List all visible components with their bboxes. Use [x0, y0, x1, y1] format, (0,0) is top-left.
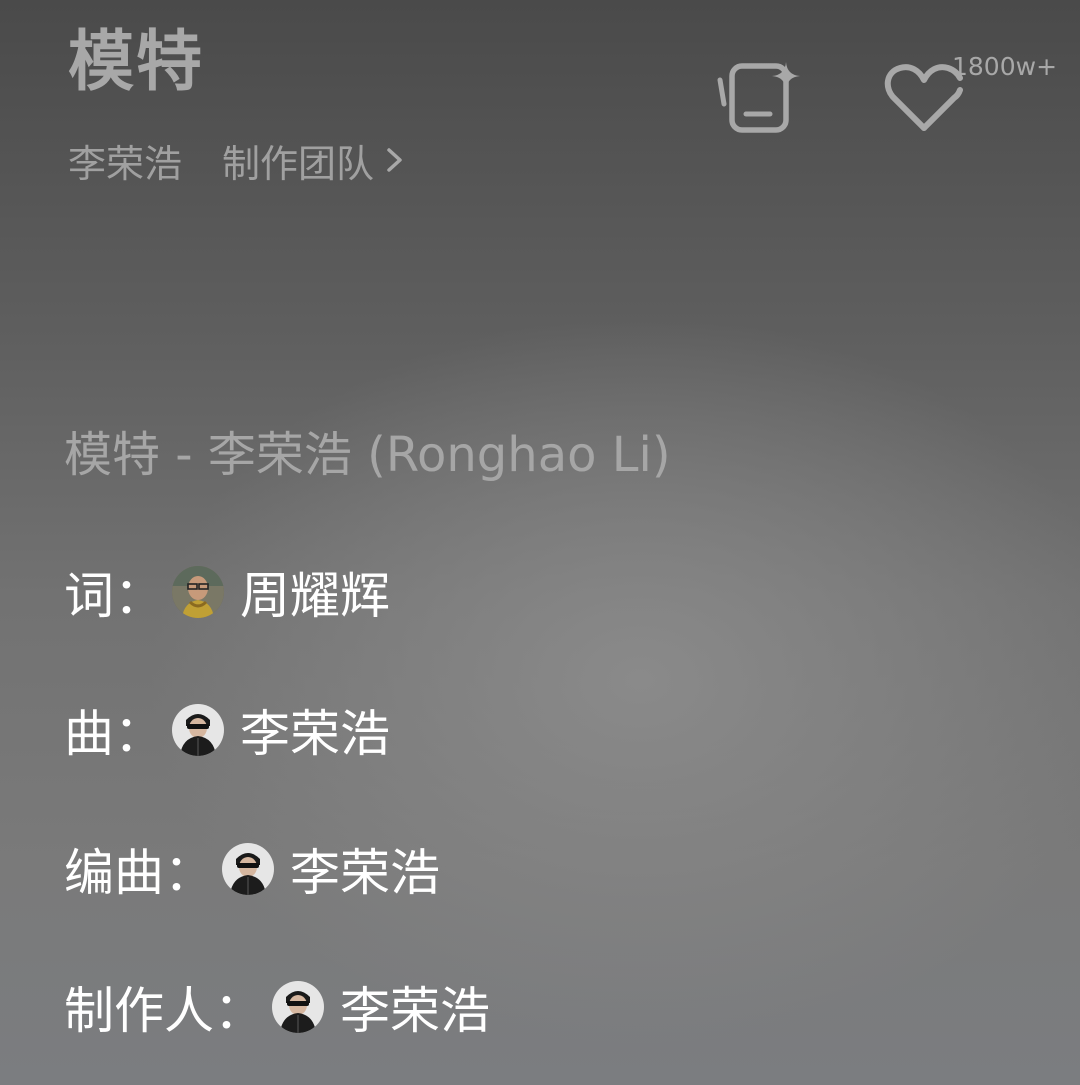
credit-role: 制作人：	[64, 982, 264, 1040]
artist-link[interactable]: 李荣浩	[68, 133, 182, 188]
credit-role: 词：	[64, 567, 164, 625]
credit-row-composer: 曲： 李荣浩	[64, 698, 390, 763]
song-detail-page: 模特 李荣浩 制作团队 1800w+ 模特 - 李荣浩 (Ronghao Li)…	[0, 0, 1080, 1085]
chevron-right-icon	[387, 148, 402, 172]
avatar[interactable]	[272, 981, 324, 1033]
credit-row-lyricist: 词： 周耀辉	[64, 560, 390, 625]
production-team-link[interactable]: 制作团队	[222, 133, 410, 188]
credit-row-arranger: 编曲： 李荣浩	[64, 837, 440, 902]
credit-name[interactable]: 李荣浩	[340, 971, 490, 1043]
add-to-playlist-icon[interactable]	[712, 58, 804, 138]
song-title: 模特	[68, 23, 204, 100]
credit-role: 曲：	[64, 705, 164, 763]
avatar[interactable]	[222, 843, 274, 895]
credit-role: 编曲：	[64, 844, 214, 902]
credit-row-producer: 制作人： 李荣浩	[64, 975, 490, 1040]
production-team-label: 制作团队	[222, 141, 375, 186]
credit-name[interactable]: 李荣浩	[240, 694, 390, 766]
song-subtitle-row: 李荣浩 制作团队	[68, 136, 410, 186]
lyric-header: 模特 - 李荣浩 (Ronghao Li)	[64, 427, 671, 483]
like-count: 1800w+	[952, 52, 1058, 81]
avatar[interactable]	[172, 566, 224, 618]
credit-name[interactable]: 李荣浩	[290, 833, 440, 905]
avatar[interactable]	[172, 704, 224, 756]
credit-name[interactable]: 周耀辉	[240, 556, 390, 628]
